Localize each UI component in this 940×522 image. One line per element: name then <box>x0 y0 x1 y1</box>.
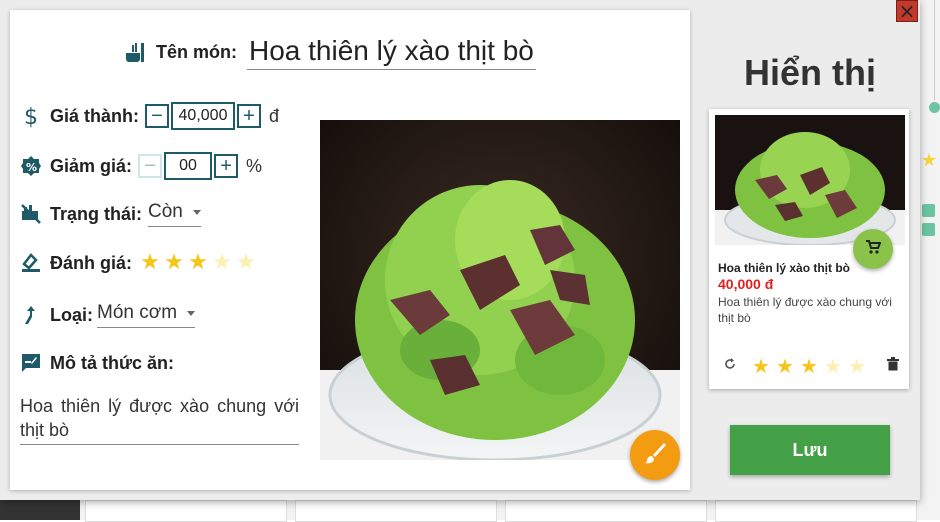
star-icon[interactable]: ★ <box>210 252 234 274</box>
status-select[interactable]: Còn <box>148 201 201 227</box>
food-name-row: Tên món: Hoa thiên lý xào thịt bò <box>124 32 536 72</box>
status-icon <box>20 203 42 225</box>
star-icon: ★ <box>752 354 770 378</box>
preview-title: Hiển thị <box>744 52 876 93</box>
discount-decrement-button[interactable]: − <box>138 154 163 178</box>
preview-rating-stars: ★ ★ ★ ★ ★ <box>749 356 869 376</box>
preview-card: Hoa thiên lý xào thịt bò 40,000 đ Hoa th… <box>709 109 909 389</box>
status-select-value: Còn <box>148 201 183 222</box>
edit-image-button[interactable] <box>630 430 680 480</box>
discount-increment-button[interactable]: + <box>214 154 239 178</box>
food-name-input[interactable]: Hoa thiên lý xào thịt bò <box>247 35 536 70</box>
discount-input[interactable]: 00 <box>164 152 213 180</box>
preview-food-description: Hoa thiên lý được xào chung với thịt bò <box>718 295 892 325</box>
status-row: Trạng thái: Còn <box>20 201 201 227</box>
description-icon <box>20 352 42 374</box>
restaurant-icon <box>124 41 148 63</box>
chevron-down-icon <box>187 310 196 316</box>
description-row: Mô tả thức ăn: <box>20 352 180 374</box>
category-icon <box>20 304 42 326</box>
rating-row: Đánh giá: ★ ★ ★ ★ ★ <box>20 252 258 274</box>
food-image <box>320 120 680 460</box>
star-icon[interactable]: ★ <box>162 252 186 274</box>
discount-row: % Giảm giá: − 00 + % <box>20 152 262 180</box>
price-label: Giá thành: <box>50 105 139 126</box>
star-icon[interactable]: ★ <box>186 252 210 274</box>
rating-label: Đánh giá: <box>50 252 133 273</box>
preview-food-name: Hoa thiên lý xào thịt bò <box>718 261 851 275</box>
background-card <box>295 500 497 522</box>
star-icon: ★ <box>776 354 794 378</box>
price-input[interactable]: 40,000 <box>171 102 235 130</box>
category-row: Loại: Món cơm <box>20 302 196 328</box>
rating-stars[interactable]: ★ ★ ★ ★ ★ <box>138 252 258 274</box>
background-checkbox <box>922 223 935 236</box>
star-icon: ★ <box>848 354 866 378</box>
preview-food-price: 40,000 đ <box>718 276 774 292</box>
background-divider <box>934 0 935 100</box>
discount-label: Giảm giá: <box>50 155 133 176</box>
trash-icon[interactable] <box>887 356 899 376</box>
discount-stepper: − 00 + <box>138 152 239 180</box>
star-icon: ★ <box>800 354 818 378</box>
rating-icon <box>20 252 42 274</box>
save-button[interactable]: Lưu <box>730 425 890 475</box>
cart-icon <box>865 239 882 260</box>
background-dot <box>929 102 940 113</box>
add-to-cart-button[interactable] <box>853 229 893 269</box>
brush-icon <box>642 440 668 471</box>
star-icon[interactable]: ★ <box>138 252 162 274</box>
description-label: Mô tả thức ăn: <box>50 352 175 373</box>
discount-icon: % <box>20 155 42 177</box>
price-row: $ Giá thành: − 40,000 + đ <box>20 102 279 130</box>
star-icon[interactable]: ★ <box>234 252 258 274</box>
svg-text:$: $ <box>24 105 38 128</box>
category-select-value: Món cơm <box>97 302 178 323</box>
background-card <box>715 500 917 522</box>
dollar-icon: $ <box>20 104 42 128</box>
food-name-label: Tên món: <box>156 41 237 62</box>
background-star-icon: ★ <box>921 150 938 170</box>
category-select[interactable]: Món cơm <box>97 302 196 328</box>
price-increment-button[interactable]: + <box>237 104 261 128</box>
refresh-icon[interactable] <box>723 357 737 376</box>
background-checkbox <box>922 204 935 217</box>
price-stepper: − 40,000 + <box>145 102 261 130</box>
star-icon: ★ <box>824 354 842 378</box>
preview-card-footer: ★ ★ ★ ★ ★ <box>723 355 901 377</box>
close-button[interactable]: × <box>896 0 918 22</box>
edit-food-dialog: Tên món: Hoa thiên lý xào thịt bò $ Giá … <box>0 0 920 500</box>
background-card <box>505 500 707 522</box>
price-unit: đ <box>269 105 280 126</box>
preview-food-image <box>715 115 905 245</box>
discount-unit: % <box>246 155 263 176</box>
status-label: Trạng thái: <box>50 203 143 224</box>
description-textarea[interactable]: Hoa thiên lý được xào chung với thịt bò <box>20 394 299 445</box>
category-label: Loại: <box>50 304 93 325</box>
svg-text:%: % <box>26 161 37 174</box>
price-decrement-button[interactable]: − <box>145 104 169 128</box>
background-card <box>85 500 287 522</box>
chevron-down-icon <box>192 209 201 215</box>
